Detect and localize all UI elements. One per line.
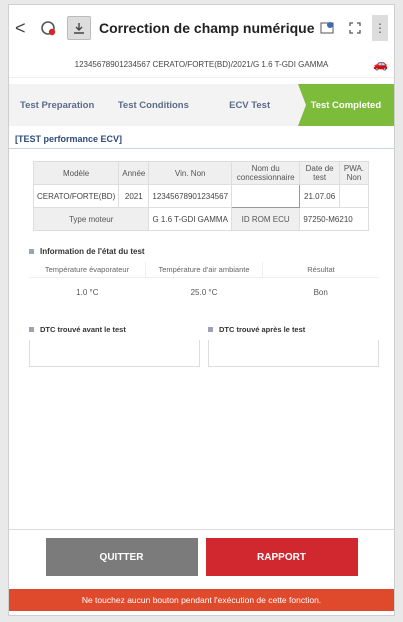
state-info-grid: Température évaporateur Température d'ai…: [29, 262, 379, 307]
dtc-after-title: DTC trouvé après le test: [219, 325, 306, 334]
header-date: Date de test: [299, 161, 340, 185]
dtc-after-list[interactable]: [208, 340, 379, 367]
value-annee: 2021: [118, 184, 150, 208]
vehicle-fault-icon[interactable]: [37, 17, 59, 39]
report-icon[interactable]: [316, 17, 338, 39]
bullet-icon: [208, 327, 213, 332]
vehicle-info-table: Modèle Année Vin. Non Nom du concessionn…: [32, 161, 370, 231]
back-icon[interactable]: <: [15, 18, 37, 39]
step-label: Test Preparation: [19, 99, 95, 111]
dtc-before-list[interactable]: [29, 340, 200, 367]
vehicle-info-line: 12345678901234567 CERATO/FORTE(BD)/2021/…: [9, 51, 394, 78]
dtc-before-heading: DTC trouvé avant le test: [29, 325, 200, 334]
state-info-title: Information de l'état du test: [40, 247, 145, 256]
step-progress: Test Preparation Test Conditions ECV Tes…: [9, 84, 394, 126]
bullet-icon: [29, 327, 34, 332]
dtc-before-title: DTC trouvé avant le test: [40, 325, 126, 334]
quit-button[interactable]: QUITTER: [45, 538, 198, 576]
step-ecv-test: ECV Test: [201, 84, 307, 126]
value-nom[interactable]: [231, 184, 301, 208]
top-bar: < Correction de champ numérique ⋮: [9, 5, 394, 51]
value-id-rom: 97250-M6210: [299, 207, 369, 231]
step-label: Test Conditions: [117, 99, 189, 111]
header-nom: Nom du concessionnaire: [231, 161, 301, 185]
header-id-rom: ID ROM ECU: [231, 207, 301, 231]
label-resultat: Résultat: [263, 262, 379, 278]
menu-icon[interactable]: ⋮: [372, 15, 388, 41]
download-icon[interactable]: [67, 16, 91, 40]
value-type-moteur: G 1.6 T-GDI GAMMA: [148, 207, 233, 231]
header-modele: Modèle: [32, 161, 120, 185]
header-type-moteur: Type moteur: [32, 207, 150, 231]
dtc-after-heading: DTC trouvé après le test: [208, 325, 379, 334]
car-icon[interactable]: 🚗: [373, 57, 388, 71]
page-title: Correction de champ numérique: [99, 20, 315, 36]
value-resultat: Bon: [313, 288, 328, 297]
header-annee: Année: [118, 161, 150, 185]
header-actions: ⋮: [316, 15, 388, 41]
section-title: [TEST performance ECV]: [9, 126, 394, 149]
report-button[interactable]: RAPPORT: [205, 538, 358, 576]
state-labels-row: Température évaporateur Température d'ai…: [29, 262, 379, 278]
value-temp-ambiante: 25.0 °C: [190, 288, 218, 297]
step-test-completed: Test Completed: [297, 84, 394, 126]
value-vin: 12345678901234567: [148, 184, 233, 208]
step-label: Test Completed: [310, 99, 382, 111]
step-label: ECV Test: [229, 99, 271, 111]
fullscreen-icon[interactable]: [344, 17, 366, 39]
label-temp-ambiante: Température d'air ambiante: [146, 262, 263, 278]
value-temp-evaporateur: 1.0 °C: [76, 288, 99, 297]
warning-banner: Ne touchez aucun bouton pendant l'exécut…: [9, 589, 394, 611]
bullet-icon: [29, 249, 34, 254]
header-vin: Vin. Non: [148, 161, 233, 185]
value-date: 21.07.06: [299, 184, 340, 208]
header-pwa: PWA. Non: [338, 161, 370, 185]
dtc-after: DTC trouvé après le test: [208, 325, 379, 367]
vehicle-info-text: 12345678901234567 CERATO/FORTE(BD)/2021/…: [74, 59, 329, 69]
label-temp-evaporateur: Température évaporateur: [29, 262, 146, 278]
value-modele: CERATO/FORTE(BD): [32, 184, 120, 208]
dtc-section: DTC trouvé avant le test DTC trouvé aprè…: [29, 325, 379, 367]
app-frame: < Correction de champ numérique ⋮ 123456…: [8, 4, 395, 616]
step-test-preparation: Test Preparation: [9, 84, 114, 126]
state-info-heading: Information de l'état du test: [29, 247, 394, 256]
step-test-conditions: Test Conditions: [105, 84, 210, 126]
value-pwa: [338, 184, 370, 208]
dtc-before: DTC trouvé avant le test: [29, 325, 200, 367]
state-values-row: 1.0 °C 25.0 °C Bon: [29, 278, 379, 307]
